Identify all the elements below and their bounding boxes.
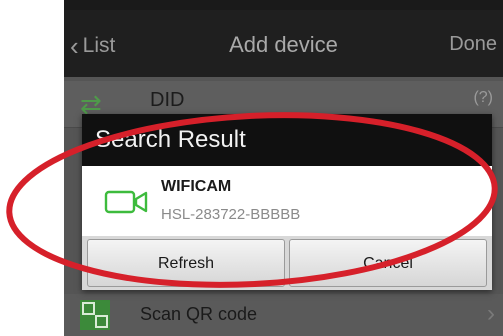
- device-uid: HSL-283722-BBBBB: [161, 206, 301, 223]
- cancel-button[interactable]: Cancel: [289, 239, 487, 287]
- video-camera-icon: [104, 190, 148, 214]
- dialog-title: Search Result: [95, 126, 246, 153]
- page-title: Add device: [229, 32, 338, 57]
- search-result-dialog: Search Result WIFICAM HSL-283722-BBBBB R…: [82, 114, 492, 290]
- refresh-button[interactable]: Refresh: [87, 239, 285, 287]
- status-bar: [64, 0, 503, 10]
- scan-qr-label: Scan QR code: [140, 304, 258, 324]
- did-label: DID: [150, 89, 185, 111]
- device-name: WIFICAM: [161, 178, 232, 195]
- chevron-right-icon: ›: [487, 300, 495, 327]
- qr-code-icon: [80, 300, 110, 330]
- dialog-header: Search Result: [82, 114, 492, 166]
- scan-qr-row[interactable]: Scan QR code ›: [64, 294, 503, 336]
- dialog-button-bar: Refresh Cancel: [82, 236, 492, 290]
- nav-bar: ‹ List Add device Done: [64, 10, 503, 77]
- done-button[interactable]: Done: [449, 33, 497, 56]
- search-result-item[interactable]: WIFICAM HSL-283722-BBBBB: [82, 166, 492, 236]
- help-button[interactable]: (?): [473, 89, 493, 107]
